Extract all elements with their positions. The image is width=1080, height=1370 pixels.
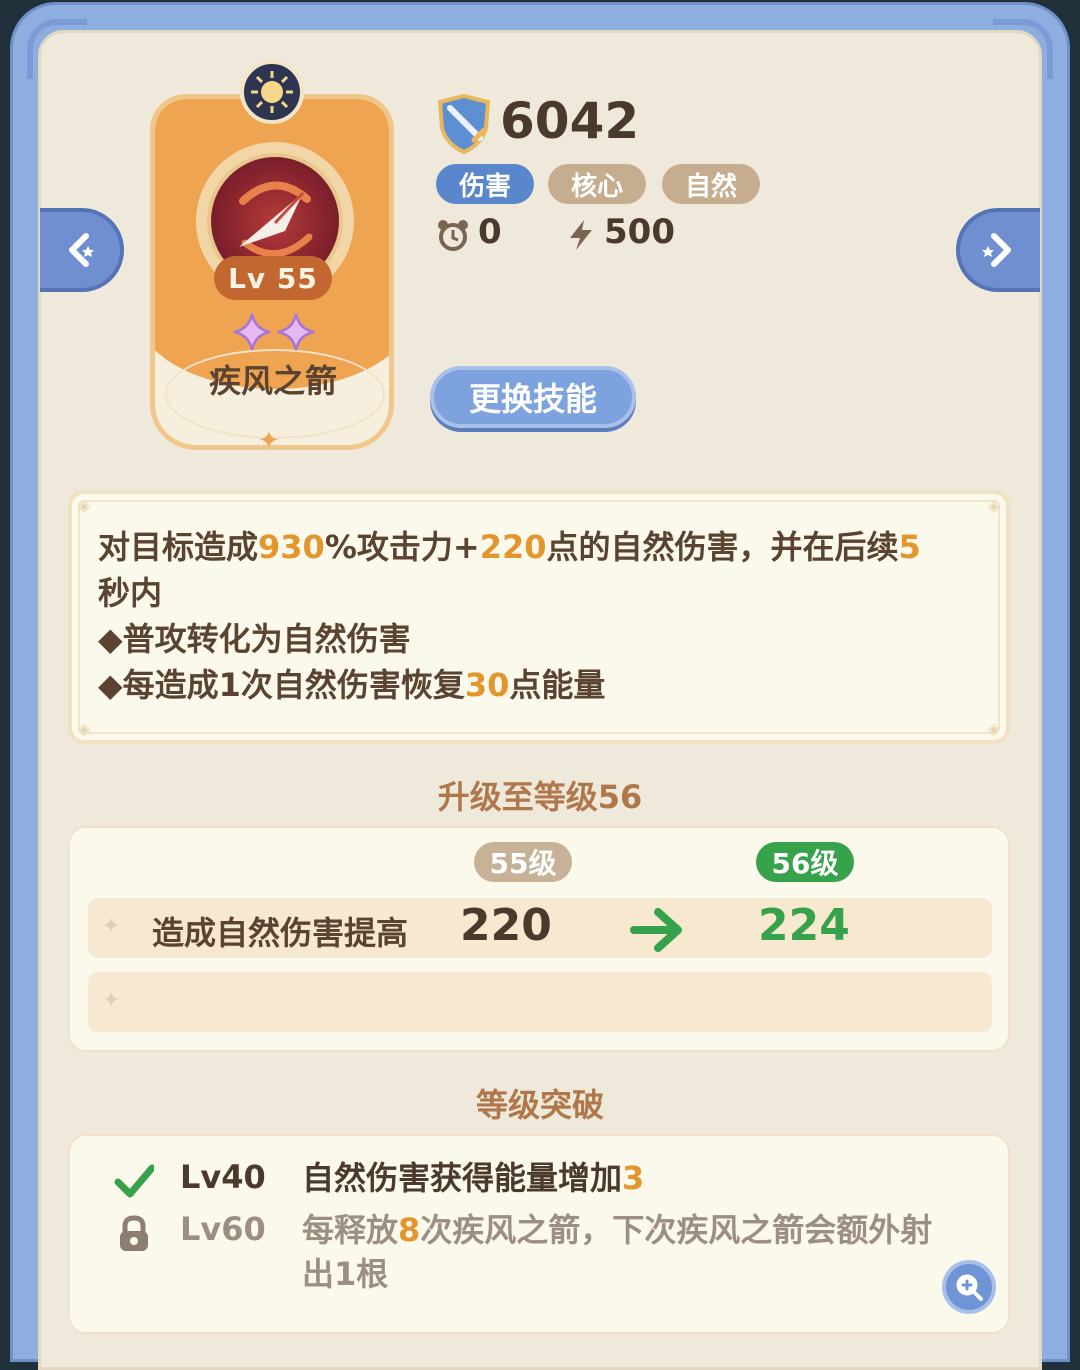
description-line: 秒内 [98,574,163,612]
change-skill-button[interactable]: 更换技能 [430,366,636,428]
description-line: 对目标造成930%攻击力+220点的自然伤害，并在后续5 [98,528,921,566]
description-bullet: ◆每造成1次自然伤害恢复30点能量 [98,666,606,704]
lock-icon [120,1215,148,1251]
chevron-left-icon [69,233,94,267]
tag-nature: 自然 [662,164,760,204]
breakthrough-level: Lv40 [180,1158,266,1196]
cooldown-value: 0 [478,212,502,252]
energy-value: 500 [604,212,675,252]
skill-name: 疾风之箭 [208,362,337,400]
shield-sword-icon [437,94,491,154]
breakthrough-title: 等级突破 [475,1086,604,1124]
tag-core: 核心 [548,164,646,204]
next-level-pill: 56级 [756,842,854,882]
arrow-right-icon [630,908,682,952]
checkmark-icon [114,1164,154,1198]
sparkle-star-icon [233,313,271,351]
tag-damage: 伤害 [436,164,534,204]
zoom-in-icon [956,1274,983,1301]
card-star-icon: ✦ [258,426,280,456]
row-star-icon: ✦ [102,914,121,939]
skill-level-badge: Lv 55 [214,256,332,300]
sparkle-star-icon [277,313,315,351]
description-bullet: ◆普攻转化为自然伤害 [98,620,411,658]
upgrade-row [88,972,992,1032]
next-skill-button[interactable] [956,208,1040,292]
lightning-icon [570,220,592,250]
upgrade-row-label: 造成自然伤害提高 [152,914,409,952]
breakthrough-text: 每释放8次疾风之箭，下次疾风之箭会额外射出1根 [302,1211,933,1293]
skill-description: 对目标造成930%攻击力+220点的自然伤害，并在后续5 秒内 ◆普攻转化为自然… [98,524,978,708]
prev-skill-button[interactable] [40,208,124,292]
current-level-pill: 55级 [474,842,572,882]
zoom-button[interactable] [942,1260,996,1314]
chevron-right-icon [982,233,1011,267]
breakthrough-level: Lv60 [180,1210,266,1248]
upgrade-old-value: 220 [460,900,552,951]
breakthrough-text: 自然伤害获得能量增加3 [302,1159,645,1197]
sun-emblem-icon [240,60,304,124]
alarm-clock-icon [438,220,468,251]
power-value: 6042 [500,92,640,150]
upgrade-title: 升级至等级56 [437,778,643,816]
upgrade-new-value: 224 [758,900,850,951]
skill-stars [232,312,316,352]
row-star-icon: ✦ [102,988,121,1013]
